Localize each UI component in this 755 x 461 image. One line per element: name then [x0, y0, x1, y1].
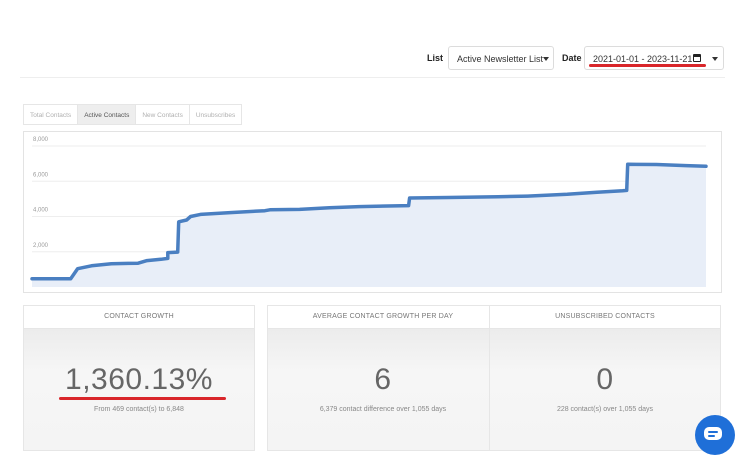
tab-total-contacts[interactable]: Total Contacts — [23, 104, 78, 125]
list-label: List — [427, 53, 444, 63]
list-select-value: Active Newsletter List — [457, 54, 544, 64]
tab-new-contacts[interactable]: New Contacts — [135, 104, 189, 125]
list-select[interactable]: Active Newsletter List — [448, 46, 554, 70]
value-highlight-underline — [59, 397, 226, 400]
date-label: Date — [562, 53, 582, 63]
card-body: 0 228 contact(s) over 1,055 days — [490, 329, 720, 450]
chevron-down-icon — [543, 57, 549, 61]
date-highlight-underline — [589, 64, 706, 67]
card-title: UNSUBSCRIBED CONTACTS — [490, 306, 720, 329]
contact-growth-chart: 8,000 6,000 4,000 2,000 — [23, 131, 722, 293]
y-tick-label: 8,000 — [33, 137, 49, 143]
card-value: 6 — [374, 363, 392, 396]
chat-icon-line — [708, 431, 718, 433]
tab-unsubscribes[interactable]: Unsubscribes — [188, 104, 243, 125]
card-body: 1,360.13% From 469 contact(s) to 6,848 — [24, 329, 254, 450]
chevron-down-icon — [712, 57, 718, 61]
y-tick-label: 4,000 — [33, 208, 49, 214]
y-tick-label: 6,000 — [33, 172, 49, 178]
card-value: 0 — [596, 363, 614, 396]
y-tick-label: 2,000 — [33, 243, 49, 249]
chat-icon-line — [708, 435, 715, 437]
card-value: 1,360.13% — [65, 363, 213, 396]
card-subtitle: From 469 contact(s) to 6,848 — [94, 406, 184, 413]
series-area — [32, 164, 706, 287]
divider — [20, 77, 725, 78]
card-subtitle: 6,379 contact difference over 1,055 days — [319, 406, 447, 413]
unsubscribed-card: UNSUBSCRIBED CONTACTS 0 228 contact(s) o… — [489, 305, 721, 451]
filter-bar: List Active Newsletter List Date 2021-01… — [0, 46, 755, 72]
card-title: AVERAGE CONTACT GROWTH PER DAY — [268, 306, 498, 329]
calendar-icon — [693, 54, 701, 62]
chart-tabs: Total Contacts Active Contacts New Conta… — [23, 104, 243, 125]
average-growth-card: AVERAGE CONTACT GROWTH PER DAY 6 6,379 c… — [267, 305, 499, 451]
card-title: CONTACT GROWTH — [24, 306, 254, 329]
chat-launcher-button[interactable] — [695, 415, 735, 455]
chart-svg: 8,000 6,000 4,000 2,000 — [30, 137, 708, 287]
card-subtitle: 228 contact(s) over 1,055 days — [556, 406, 654, 413]
card-body: 6 6,379 contact difference over 1,055 da… — [268, 329, 498, 450]
tab-active-contacts[interactable]: Active Contacts — [77, 104, 136, 125]
date-range-value: 2021-01-01 - 2023-11-21 — [593, 54, 693, 64]
contact-growth-card: CONTACT GROWTH 1,360.13% From 469 contac… — [23, 305, 255, 451]
chat-icon — [704, 427, 722, 440]
